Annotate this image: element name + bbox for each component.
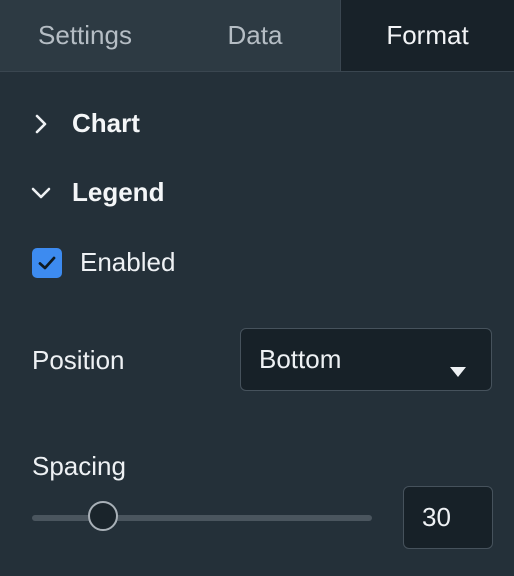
spacing-input-value: 30 bbox=[422, 502, 451, 532]
chevron-down-icon bbox=[30, 182, 52, 204]
spacing-label: Spacing bbox=[32, 451, 126, 481]
position-select[interactable]: Bottom bbox=[240, 328, 492, 391]
spacing-slider-thumb[interactable] bbox=[88, 501, 118, 531]
tab-data[interactable]: Data bbox=[170, 0, 340, 71]
section-legend-header[interactable]: Legend bbox=[30, 177, 164, 208]
section-chart-label: Chart bbox=[72, 108, 140, 138]
legend-enabled-checkbox[interactable] bbox=[32, 247, 62, 278]
spacing-slider[interactable] bbox=[32, 500, 372, 536]
position-select-value: Bottom bbox=[259, 344, 342, 374]
tab-format[interactable]: Format bbox=[340, 0, 514, 71]
section-legend-label: Legend bbox=[72, 177, 165, 207]
chevron-right-icon bbox=[30, 113, 52, 135]
legend-enabled-row: Enabled bbox=[32, 247, 175, 278]
caret-down-icon bbox=[449, 354, 467, 385]
tab-bar: Settings Data Format bbox=[0, 0, 514, 72]
tab-settings[interactable]: Settings bbox=[0, 0, 170, 71]
section-chart-header[interactable]: Chart bbox=[30, 108, 140, 139]
checkmark-icon bbox=[38, 256, 56, 269]
spacing-slider-track bbox=[32, 515, 372, 521]
position-label: Position bbox=[32, 345, 125, 375]
spacing-input[interactable]: 30 bbox=[403, 486, 493, 549]
format-panel: Settings Data Format Chart Legend Enable… bbox=[0, 0, 514, 576]
legend-enabled-label: Enabled bbox=[80, 247, 176, 277]
